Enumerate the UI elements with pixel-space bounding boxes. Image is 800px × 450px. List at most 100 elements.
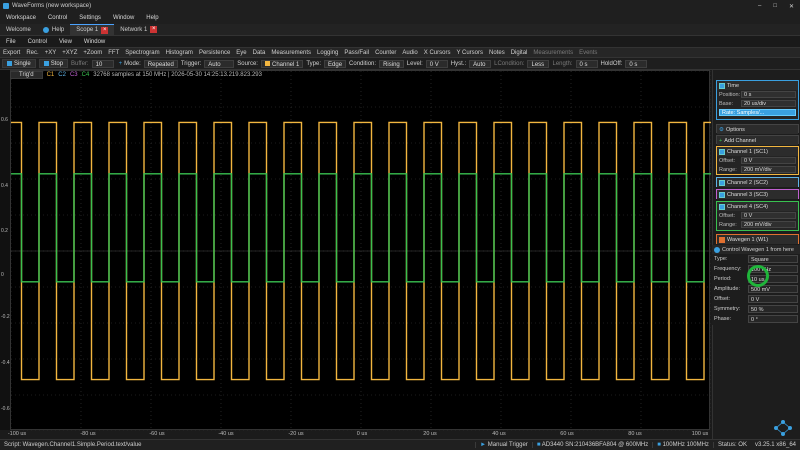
tab-help[interactable]: Help — [37, 24, 70, 35]
y-axis[interactable]: 0.6 0.4 0.2 0 -0.2 -0.4 -0.6 — [0, 70, 10, 430]
buffer-input[interactable]: 10 — [91, 59, 114, 68]
channel-1-offset-input[interactable]: 0 V — [741, 157, 796, 164]
tool-xyz[interactable]: +XYZ — [59, 50, 80, 56]
submenu-view[interactable]: View — [53, 39, 78, 45]
scope-waveform-canvas[interactable] — [10, 70, 712, 432]
holdoff-input[interactable]: 0 s — [625, 59, 648, 68]
condition-select[interactable]: Rising — [379, 59, 404, 68]
tool-y-cursors[interactable]: Y Cursors — [453, 50, 486, 56]
device-info[interactable]: ■ AD3440 SN:210436BFA804 @ 600MHz — [531, 442, 652, 448]
tool-notes[interactable]: Notes — [486, 50, 508, 56]
submenu-window[interactable]: Window — [78, 39, 111, 45]
c1-badge[interactable]: C1 — [47, 72, 55, 78]
tool-fft[interactable]: FFT — [105, 50, 122, 56]
offset-input[interactable]: 0 V — [748, 295, 798, 303]
scope-plot[interactable] — [10, 70, 712, 432]
time-header[interactable]: Time — [717, 81, 798, 90]
tool-pass-fail[interactable]: Pass/Fail — [341, 50, 372, 56]
trigger-select[interactable]: Auto — [204, 59, 235, 68]
channel-4-range-input[interactable]: 200 mV/div — [741, 221, 796, 228]
single-button[interactable]: Single — [2, 59, 36, 68]
level-input[interactable]: 0 V — [425, 59, 448, 68]
channel-1-checkbox[interactable] — [719, 148, 725, 155]
tool-persistence[interactable]: Persistence — [196, 50, 233, 56]
x-tick: -40 us — [218, 431, 234, 437]
acquisition-info: 32768 samples at 150 MHz | 2026-05-30 14… — [93, 72, 262, 78]
tool-zoom[interactable]: +Zoom — [80, 50, 105, 56]
tool-histogram[interactable]: Histogram — [163, 50, 196, 56]
wavegen-tab-header[interactable]: Wavegen 1 (W1) — [717, 235, 798, 244]
wavegen-symmetry-row: Symmetry: 50 % — [712, 304, 800, 314]
status-bar: Script: Wavegen.Channel1.Simple.Period.t… — [0, 439, 800, 450]
menu-window[interactable]: Window — [107, 15, 140, 21]
tab-network-1[interactable]: Network 1 × — [114, 24, 163, 35]
condition-label: Condition: — [349, 60, 377, 67]
tool-logging[interactable]: Logging — [314, 50, 341, 56]
channel-2-section: Channel 2 (SC2) — [716, 177, 799, 187]
tool-measurements[interactable]: Measurements — [268, 50, 314, 56]
rate-select[interactable]: Rate: Samples/... — [719, 109, 796, 116]
menu-help[interactable]: Help — [140, 15, 164, 21]
close-icon[interactable]: ✕ — [783, 3, 800, 10]
options-button[interactable]: ⚙ Options — [717, 125, 798, 134]
channel-1-header[interactable]: Channel 1 (SC1) — [717, 147, 798, 156]
tool-data[interactable]: Data — [250, 50, 269, 56]
close-tab-icon[interactable]: × — [101, 26, 109, 34]
hyst-input[interactable]: Auto — [469, 59, 492, 68]
channel-4-section: Channel 4 (SC4) Offset: 0 V Range: 200 m… — [716, 201, 799, 231]
add-channel-button[interactable]: + Add Channel — [717, 136, 798, 145]
window-title: WaveForms (new workspace) — [12, 3, 92, 9]
stop-button[interactable]: Stop — [38, 59, 69, 68]
channel-2-checkbox[interactable] — [719, 179, 725, 186]
wavegen-tab[interactable]: Wavegen 1 (W1) — [716, 234, 799, 244]
c4-badge[interactable]: C4 — [82, 72, 90, 78]
tool-measurements-2[interactable]: Measurements — [530, 50, 576, 56]
tool-rec[interactable]: Rec. — [23, 50, 41, 56]
time-toggle-icon[interactable] — [719, 82, 725, 89]
channel-4-range-row: Range: 200 mV/div — [717, 220, 798, 229]
tool-x-cursors[interactable]: X Cursors — [421, 50, 454, 56]
tool-xy[interactable]: +XY — [42, 50, 60, 56]
phase-input[interactable]: 0 ° — [748, 315, 798, 323]
menu-settings[interactable]: Settings — [73, 15, 107, 21]
wavegen-icon — [719, 236, 725, 243]
channel-2-header[interactable]: Channel 2 (SC2) — [717, 178, 798, 187]
tool-digital[interactable]: Digital — [508, 50, 531, 56]
source-select[interactable]: Channel 1 — [260, 59, 304, 68]
menu-control[interactable]: Control — [42, 15, 73, 21]
submenu-control[interactable]: Control — [22, 39, 53, 45]
channel-3-header[interactable]: Channel 3 (SC3) — [717, 190, 798, 199]
wavegen-type-select[interactable]: Square — [748, 255, 798, 263]
maximize-icon[interactable]: □ — [767, 3, 783, 9]
type-select[interactable]: Edge — [324, 59, 347, 68]
tool-audio[interactable]: Audio — [399, 50, 420, 56]
channel-1-range-input[interactable]: 200 mV/div — [741, 166, 796, 173]
channel-4-checkbox[interactable] — [719, 203, 725, 210]
time-position-input[interactable]: 0 s — [741, 91, 796, 98]
channel-4-header[interactable]: Channel 4 (SC4) — [717, 202, 798, 211]
time-base-input[interactable]: 20 us/div — [741, 100, 796, 107]
manual-trigger-button[interactable]: ► Manual Trigger — [475, 442, 532, 448]
tab-scope-1[interactable]: Scope 1 × — [70, 24, 115, 35]
tab-welcome[interactable]: Welcome — [0, 24, 37, 35]
close-tab-icon[interactable]: × — [150, 26, 158, 33]
tool-export[interactable]: Export — [0, 50, 23, 56]
length-input[interactable]: 0 s — [575, 59, 598, 68]
tool-counter[interactable]: Counter — [372, 50, 399, 56]
tool-spectrogram[interactable]: Spectrogram — [122, 50, 162, 56]
tool-events[interactable]: Events — [576, 50, 600, 56]
mode-label: Mode: — [124, 60, 141, 67]
minimize-icon[interactable]: – — [752, 3, 767, 9]
tool-eye[interactable]: Eye — [233, 50, 249, 56]
channel-4-offset-input[interactable]: 0 V — [741, 212, 796, 219]
submenu-file[interactable]: File — [0, 39, 22, 45]
channel-3-checkbox[interactable] — [719, 191, 725, 198]
mode-select[interactable]: Repeated — [143, 59, 178, 68]
x-tick: 100 us — [691, 431, 709, 437]
c3-badge[interactable]: C3 — [70, 72, 78, 78]
menu-workspace[interactable]: Workspace — [0, 15, 42, 21]
c2-badge[interactable]: C2 — [58, 72, 66, 78]
symmetry-input[interactable]: 50 % — [748, 305, 798, 313]
lcondition-select[interactable]: Less — [527, 59, 550, 68]
clock-info[interactable]: ■ 100MHz 100MHz — [652, 442, 713, 448]
